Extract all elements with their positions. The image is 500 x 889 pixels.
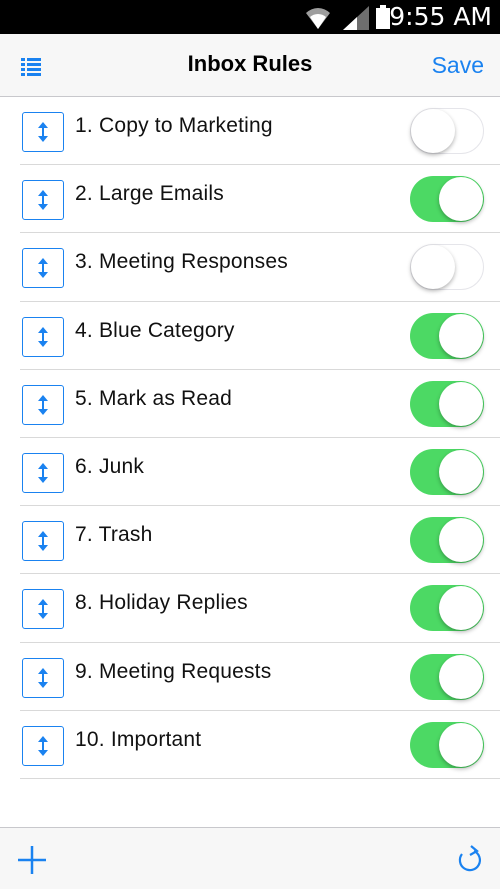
rule-toggle[interactable] <box>410 585 484 632</box>
up-down-arrows-icon <box>38 394 48 415</box>
status-time: 9:55 AM <box>389 2 492 31</box>
rule-toggle[interactable] <box>410 721 484 768</box>
rule-row[interactable]: 9. Meeting Requests <box>20 643 500 711</box>
up-down-arrows-icon <box>38 735 48 756</box>
plus-icon[interactable] <box>16 844 48 876</box>
rule-label: 10. Important <box>75 727 202 751</box>
reorder-handle[interactable] <box>22 725 64 766</box>
rule-label: 4. Blue Category <box>75 318 235 342</box>
wifi-icon <box>306 8 330 29</box>
reorder-handle[interactable] <box>22 452 64 493</box>
status-bar: 9:55 AM <box>0 0 500 34</box>
rule-row[interactable]: 3. Meeting Responses <box>20 233 500 302</box>
rule-label: 9. Meeting Requests <box>75 659 272 683</box>
rule-label: 8. Holiday Replies <box>75 591 248 615</box>
reorder-handle[interactable] <box>22 180 64 221</box>
rule-label: 2. Large Emails <box>75 182 224 206</box>
up-down-arrows-icon <box>38 122 48 142</box>
rule-row[interactable]: 10. Important <box>20 711 500 779</box>
rule-toggle[interactable] <box>410 244 484 291</box>
rule-label: 3. Meeting Responses <box>75 250 288 274</box>
rule-row[interactable]: 4. Blue Category <box>20 302 500 370</box>
rule-toggle[interactable] <box>410 517 484 564</box>
toggle-knob <box>439 654 483 699</box>
reorder-handle[interactable] <box>22 316 64 357</box>
signal-icon <box>343 6 369 30</box>
toggle-knob <box>439 449 483 494</box>
rule-toggle[interactable] <box>410 312 484 359</box>
reorder-handle[interactable] <box>22 248 64 289</box>
rule-label: 5. Mark as Read <box>75 386 233 410</box>
rule-toggle[interactable] <box>410 108 484 154</box>
rule-toggle[interactable] <box>410 176 484 223</box>
reorder-handle[interactable] <box>22 657 64 698</box>
rules-list: 1. Copy to Marketing 2. Large Emails 3. Me… <box>0 97 500 779</box>
rule-toggle[interactable] <box>410 380 484 427</box>
toggle-knob <box>439 722 483 767</box>
up-down-arrows-icon <box>38 258 48 279</box>
up-down-arrows-icon <box>38 462 48 483</box>
toggle-knob <box>411 245 455 290</box>
rule-row[interactable]: 7. Trash <box>20 506 500 575</box>
rule-label: 7. Trash <box>75 523 153 547</box>
list-icon[interactable] <box>18 54 44 78</box>
rule-row[interactable]: 8. Holiday Replies <box>20 574 500 643</box>
rule-row[interactable]: 2. Large Emails <box>20 165 500 234</box>
toggle-knob <box>439 518 483 563</box>
bottom-toolbar <box>0 827 500 889</box>
save-button[interactable]: Save <box>432 52 484 79</box>
rule-label: 6. Junk <box>75 454 145 478</box>
nav-bar: Inbox Rules Save <box>0 34 500 97</box>
rule-row[interactable]: 6. Junk <box>20 438 500 507</box>
toggle-knob <box>439 177 483 222</box>
rule-row[interactable]: 1. Copy to Marketing <box>20 97 500 166</box>
reorder-handle[interactable] <box>22 589 64 630</box>
rule-toggle[interactable] <box>410 653 484 700</box>
rule-label: 1. Copy to Marketing <box>75 114 273 137</box>
toggle-knob <box>411 109 455 153</box>
toggle-knob <box>439 313 483 358</box>
up-down-arrows-icon <box>38 667 48 688</box>
reorder-handle[interactable] <box>22 384 64 425</box>
page-title: Inbox Rules <box>187 51 313 76</box>
up-down-arrows-icon <box>38 190 48 211</box>
rule-toggle[interactable] <box>410 448 484 495</box>
reorder-handle[interactable] <box>22 112 64 152</box>
up-down-arrows-icon <box>38 599 48 620</box>
toggle-knob <box>439 381 483 426</box>
refresh-icon[interactable] <box>454 845 484 875</box>
up-down-arrows-icon <box>38 531 48 552</box>
up-down-arrows-icon <box>38 326 48 347</box>
toggle-knob <box>439 586 483 631</box>
reorder-handle[interactable] <box>22 521 64 562</box>
rule-row[interactable]: 5. Mark as Read <box>20 370 500 438</box>
